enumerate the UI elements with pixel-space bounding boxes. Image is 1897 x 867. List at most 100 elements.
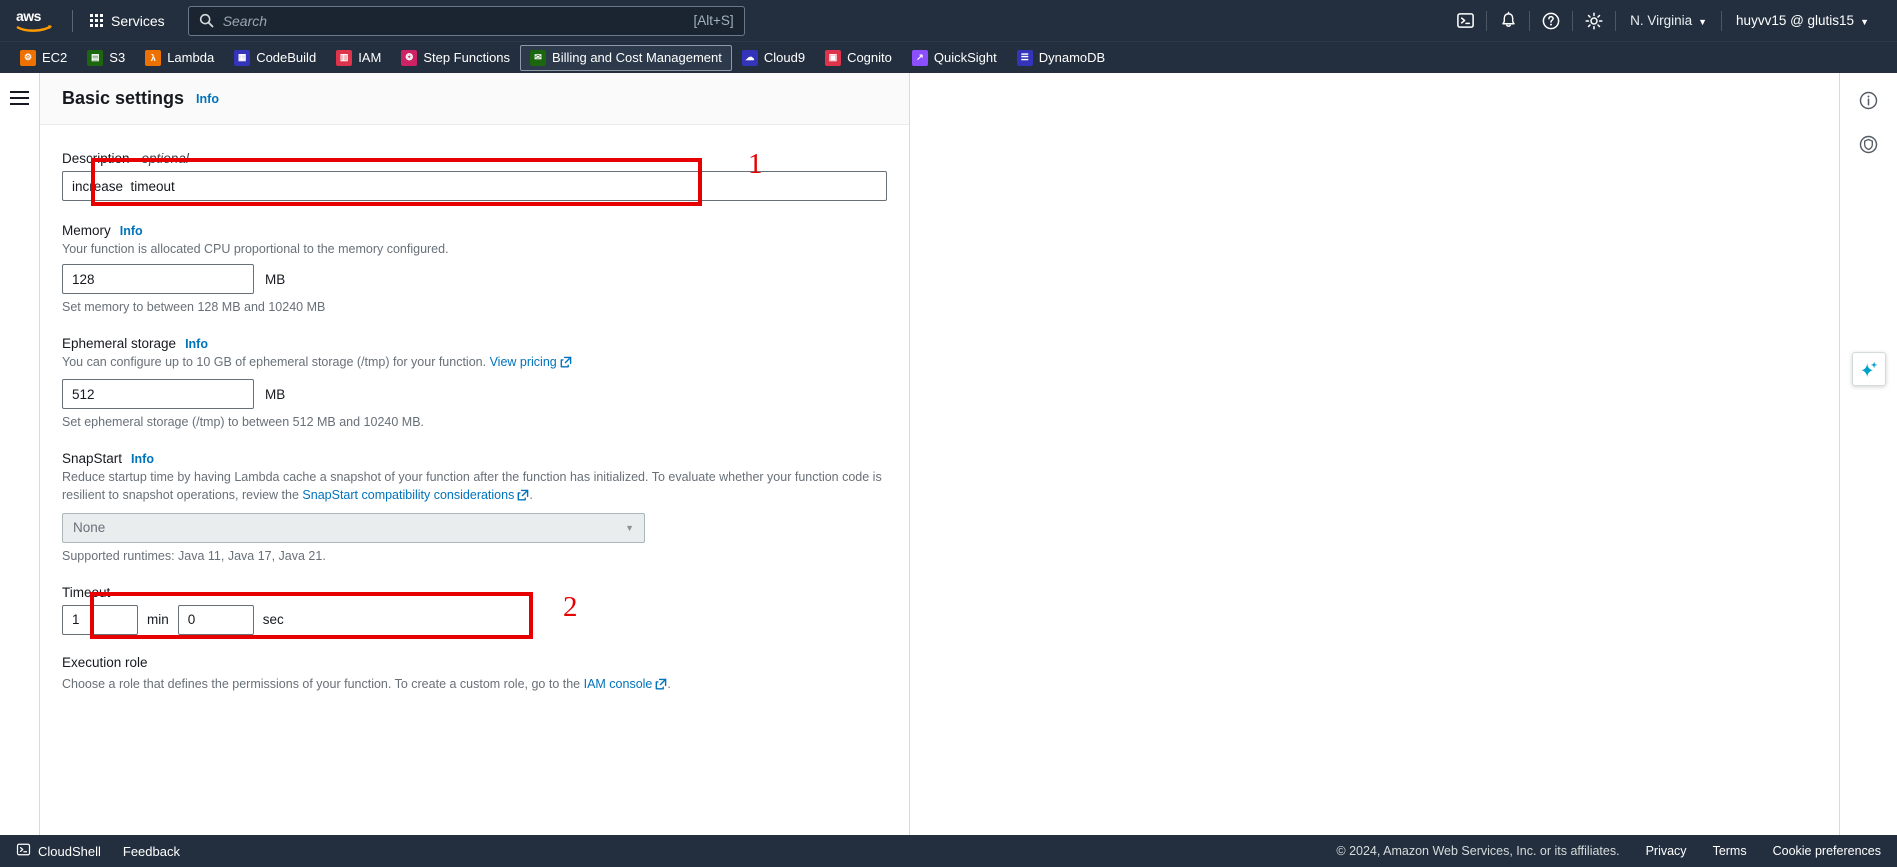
region-label: N. Virginia [1630, 13, 1693, 28]
favorite-label: EC2 [42, 50, 68, 65]
snapstart-select[interactable]: None ▼ [62, 512, 645, 543]
favorite-ec2[interactable]: ⚙ EC2 [10, 45, 77, 71]
chevron-down-icon: ▼ [1698, 16, 1708, 27]
favorite-quicksight[interactable]: ↗ QuickSight [902, 45, 1007, 71]
snapstart-compatibility-link[interactable]: SnapStart compatibility considerations [302, 488, 514, 502]
dynamodb-icon: ☰ [1016, 49, 1033, 66]
memory-form-group: Memory Info Your function is allocated C… [62, 223, 887, 314]
execution-role-form-group: Execution role Choose a role that define… [62, 655, 887, 695]
global-search-box[interactable]: [Alt+S] [187, 5, 745, 36]
favorite-cognito[interactable]: ▣ Cognito [815, 45, 902, 71]
account-menu[interactable]: huyvv15 @ glutis15 ▼ [1722, 13, 1883, 28]
panel-info-link[interactable]: Info [196, 92, 219, 106]
annotation-number-2: 2 [563, 591, 578, 623]
menu-hamburger-icon[interactable] [10, 91, 29, 105]
terms-link[interactable]: Terms [1713, 844, 1747, 858]
timeout-seconds-input[interactable] [177, 604, 254, 635]
memory-constraint-text: Set memory to between 128 MB and 10240 M… [62, 300, 326, 315]
nav-divider [72, 9, 73, 32]
content-background [910, 73, 1839, 867]
cognito-icon: ▣ [825, 49, 842, 66]
external-link-icon [560, 355, 572, 373]
view-pricing-link[interactable]: View pricing [490, 355, 557, 369]
ephemeral-storage-unit-label: MB [265, 386, 286, 402]
favorite-s3[interactable]: ▤ S3 [77, 45, 135, 71]
codebuild-icon: ▦ [234, 49, 251, 66]
shield-circle-icon[interactable] [1854, 129, 1884, 159]
services-menu-button[interactable]: Services [83, 8, 172, 34]
snapstart-selected-value: None [73, 520, 106, 535]
feedback-label: Feedback [122, 843, 180, 859]
snapstart-helper-text: Reduce startup time by having Lambda cac… [62, 468, 887, 506]
help-question-icon[interactable] [1530, 0, 1572, 41]
search-input[interactable] [222, 12, 694, 29]
basic-settings-panel: Basic settings Info Description - option… [40, 73, 910, 867]
ephemeral-storage-input[interactable] [62, 379, 254, 410]
external-link-icon [655, 677, 667, 695]
favorite-label: S3 [109, 50, 126, 65]
description-label: Description - optional [62, 151, 887, 166]
execution-role-helper-text: Choose a role that defines the permissio… [62, 675, 887, 695]
external-link-icon [517, 488, 529, 506]
description-label-text: Description - [62, 151, 142, 166]
privacy-link[interactable]: Privacy [1646, 844, 1687, 858]
favorite-step-functions[interactable]: ❂ Step Functions [391, 45, 520, 71]
memory-helper-text: Your function is allocated CPU proportio… [62, 242, 449, 256]
ephemeral-storage-label-row: Ephemeral storage Info [62, 336, 887, 351]
favorite-cloud9[interactable]: ☁ Cloud9 [732, 45, 815, 71]
execution-role-helper-suffix: . [667, 676, 671, 691]
execution-role-helper-prefix: Choose a role that defines the permissio… [62, 676, 584, 691]
app-grid-icon [90, 14, 103, 27]
favorite-iam[interactable]: ▥ IAM [326, 45, 391, 71]
copyright-text: © 2024, Amazon Web Services, Inc. or its… [1336, 844, 1620, 858]
execution-role-label: Execution role [62, 654, 148, 670]
ephemeral-storage-constraint-text: Set ephemeral storage (/tmp) to between … [62, 415, 425, 430]
favorite-label: Cloud9 [763, 50, 806, 65]
cloudshell-icon[interactable] [1444, 0, 1486, 41]
memory-label-row: Memory Info [62, 223, 887, 238]
cloudshell-label: CloudShell [38, 843, 101, 859]
lambda-icon: λ [145, 49, 162, 66]
assistant-sparkle-icon[interactable] [1852, 352, 1886, 386]
region-selector[interactable]: N. Virginia ▼ [1616, 13, 1721, 28]
footer-left-group: CloudShell Feedback [16, 842, 180, 860]
page-layout: Basic settings Info Description - option… [0, 73, 1897, 867]
aws-logo[interactable]: aws [14, 8, 56, 34]
timeout-min-unit-label: min [147, 612, 169, 627]
iam-console-link[interactable]: IAM console [584, 677, 653, 691]
notifications-bell-icon[interactable] [1487, 0, 1529, 41]
snapstart-helper-suffix: . [529, 488, 533, 503]
memory-info-link[interactable]: Info [120, 224, 143, 238]
snapstart-info-link[interactable]: Info [131, 452, 154, 466]
description-input[interactable] [62, 171, 887, 201]
favorite-label: Lambda [167, 50, 215, 65]
favorite-label: IAM [358, 50, 382, 65]
quicksight-icon: ↗ [911, 49, 928, 66]
info-circle-icon[interactable] [1854, 85, 1884, 115]
cloudshell-icon [16, 842, 31, 860]
favorite-dynamodb[interactable]: ☰ DynamoDB [1007, 45, 1115, 71]
favorite-billing-and-cost-management[interactable]: ✉ Billing and Cost Management [520, 44, 732, 71]
memory-input[interactable] [62, 264, 254, 295]
timeout-minutes-input[interactable] [62, 604, 138, 635]
account-label: huyvv15 @ glutis15 [1736, 13, 1855, 28]
ephemeral-storage-form-group: Ephemeral storage Info You can configure… [62, 336, 887, 429]
settings-gear-icon[interactable] [1573, 0, 1615, 41]
search-shortcut-hint: [Alt+S] [693, 13, 734, 28]
snapstart-form-group: SnapStart Info Reduce startup time by ha… [62, 451, 887, 563]
cookie-preferences-link[interactable]: Cookie preferences [1773, 844, 1881, 858]
billing-icon: ✉ [530, 49, 547, 66]
feedback-button[interactable]: Feedback [123, 844, 180, 859]
annotation-number-1: 1 [748, 148, 763, 180]
favorite-codebuild[interactable]: ▦ CodeBuild [224, 45, 326, 71]
cloudshell-launch-button[interactable]: CloudShell [16, 842, 101, 860]
ephemeral-storage-input-row: MB [62, 379, 887, 410]
ephemeral-storage-info-link[interactable]: Info [185, 337, 208, 351]
favorite-lambda[interactable]: λ Lambda [135, 45, 224, 71]
right-tool-rail [1839, 73, 1897, 867]
page-title: Basic settings [62, 88, 185, 108]
